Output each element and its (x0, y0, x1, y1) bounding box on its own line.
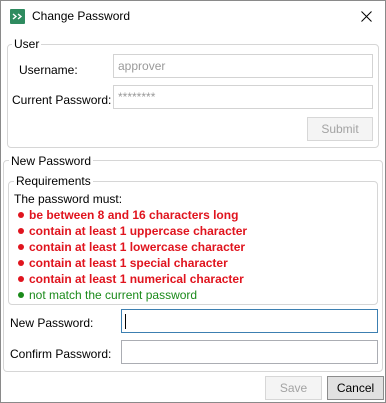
username-field[interactable]: approver (113, 54, 373, 78)
current-password-label: Current Password: (12, 93, 112, 107)
requirement-text: be between 8 and 16 characters long (29, 208, 239, 222)
current-password-field[interactable]: ******** (113, 85, 373, 109)
requirement-item: contain at least 1 uppercase character (18, 224, 247, 238)
cancel-button[interactable]: Cancel (327, 376, 384, 400)
close-icon (360, 11, 372, 22)
app-icon (10, 9, 25, 24)
fail-dot-icon (18, 228, 24, 234)
confirm-password-label: Confirm Password: (10, 347, 112, 361)
requirement-item: be between 8 and 16 characters long (18, 208, 238, 222)
close-button[interactable] (347, 1, 385, 32)
change-password-dialog: Change Password User Username: approver … (0, 0, 386, 403)
user-group-legend: User (12, 37, 42, 51)
requirement-item: contain at least 1 lowercase character (18, 240, 245, 254)
text-caret (125, 314, 126, 329)
fail-dot-icon (18, 212, 24, 218)
requirement-text: contain at least 1 numerical character (29, 272, 244, 286)
requirement-text: contain at least 1 special character (29, 256, 228, 270)
requirement-item: not match the current password (18, 288, 197, 302)
fail-dot-icon (18, 276, 24, 282)
submit-button[interactable]: Submit (307, 117, 373, 141)
requirement-text: contain at least 1 lowercase character (29, 240, 246, 254)
requirement-item: contain at least 1 numerical character (18, 272, 244, 286)
fail-dot-icon (18, 260, 24, 266)
new-password-label: New Password: (10, 316, 94, 330)
confirm-password-field[interactable] (121, 340, 378, 364)
title-bar: Change Password (1, 1, 385, 32)
window-title: Change Password (32, 9, 131, 23)
save-button[interactable]: Save (265, 376, 322, 400)
requirement-text: not match the current password (29, 288, 198, 302)
requirements-legend: Requirements (14, 174, 93, 188)
requirement-item: contain at least 1 special character (18, 256, 228, 270)
requirement-text: contain at least 1 uppercase character (29, 224, 248, 238)
pass-dot-icon (18, 292, 24, 298)
new-password-group-legend: New Password (9, 154, 94, 168)
requirements-intro: The password must: (14, 192, 123, 206)
new-password-field[interactable] (121, 309, 378, 333)
fail-dot-icon (18, 244, 24, 250)
username-label: Username: (19, 63, 78, 77)
